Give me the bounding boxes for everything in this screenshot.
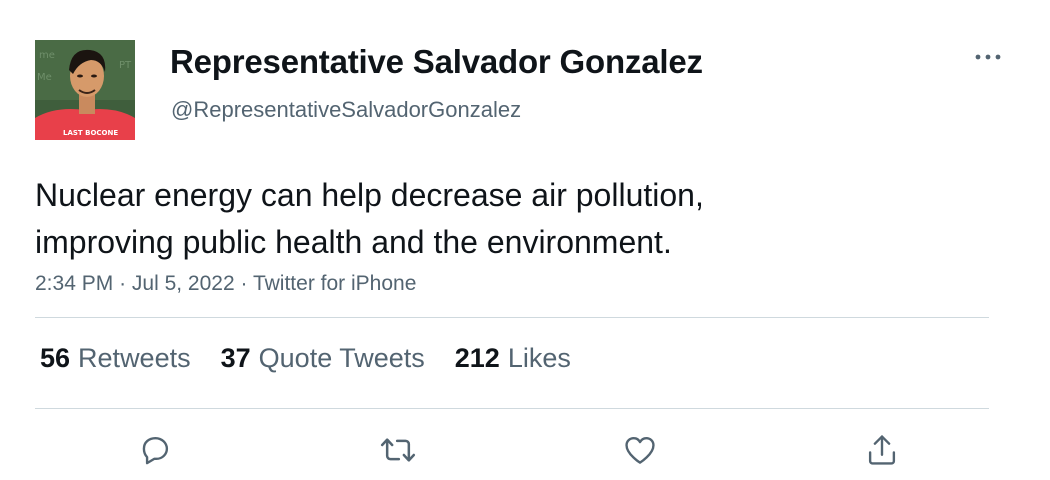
svg-text:me: me [39,50,55,61]
likes-stat[interactable]: 212 Likes [455,343,571,374]
tweet-stats: 56 Retweets 37 Quote Tweets 212 Likes [40,343,601,374]
meta-separator: · [240,272,248,295]
tweet-source[interactable]: Twitter for iPhone [253,272,416,295]
avatar-shirt-text: LAST BOCONE [63,129,118,137]
retweets-label: Retweets [78,343,191,373]
tweet-text-line: Nuclear energy can help decrease air pol… [35,177,704,213]
quote-tweets-label: Quote Tweets [258,343,425,373]
retweet-button[interactable] [378,430,418,470]
more-icon [975,54,1001,60]
reply-button[interactable] [135,430,175,470]
retweet-icon [380,438,416,462]
divider [35,317,989,318]
author-handle[interactable]: @RepresentativeSalvadorGonzalez [171,97,521,123]
retweets-stat[interactable]: 56 Retweets [40,343,191,374]
tweet-meta: 2:34 PM · Jul 5, 2022 · Twitter for iPho… [35,272,416,296]
svg-text:PT: PT [119,60,132,71]
share-button[interactable] [862,430,902,470]
avatar-image: me Me PT LAST BOCONE [35,40,135,140]
avatar[interactable]: me Me PT LAST BOCONE [35,40,135,140]
like-icon [625,436,655,464]
quote-tweets-count: 37 [220,343,251,373]
retweets-count: 56 [40,343,71,373]
divider [35,408,989,409]
like-button[interactable] [620,430,660,470]
svg-text:Me: Me [37,72,52,83]
author-display-name[interactable]: Representative Salvador Gonzalez [170,43,703,81]
likes-count: 212 [454,343,500,373]
tweet-time[interactable]: 2:34 PM [35,272,113,295]
reply-icon [142,436,169,465]
tweet-text-line: improving public health and the environm… [35,224,672,260]
tweet-text: Nuclear energy can help decrease air pol… [35,172,895,266]
likes-label: Likes [507,343,571,373]
tweet-date[interactable]: Jul 5, 2022 [132,272,235,295]
meta-separator: · [119,272,127,295]
quote-tweets-stat[interactable]: 37 Quote Tweets [221,343,425,374]
share-icon [868,435,896,465]
more-options-button[interactable] [970,45,1006,69]
